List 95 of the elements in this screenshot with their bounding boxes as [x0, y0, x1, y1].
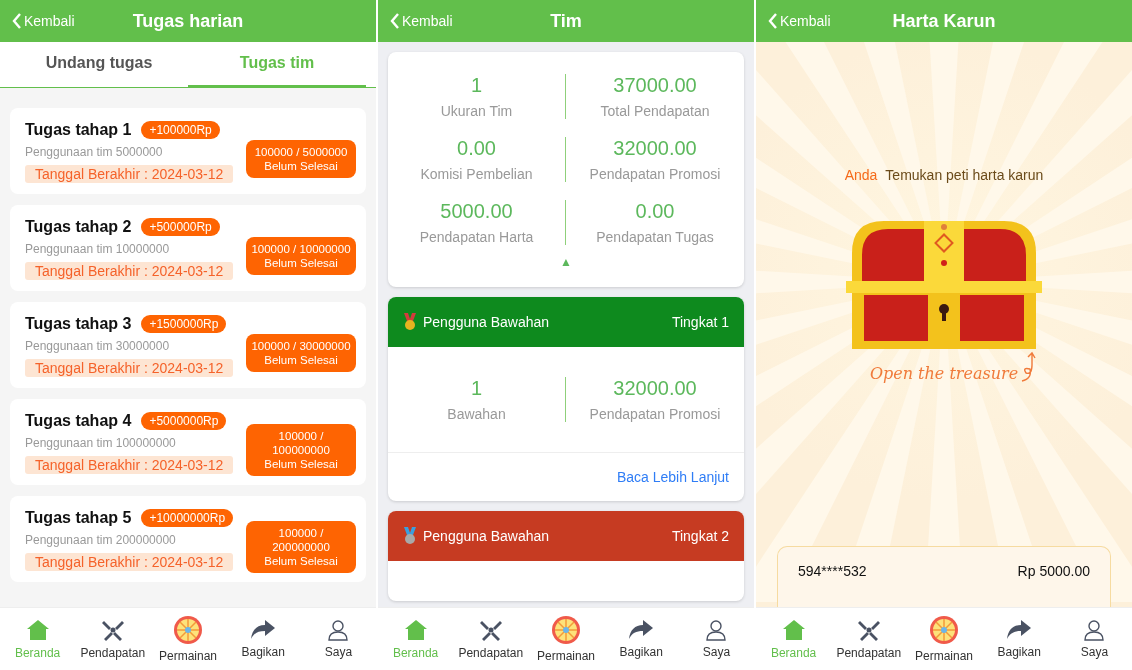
share-icon — [628, 619, 655, 641]
task-usage: Penggunaan tim 10000000 — [25, 242, 170, 256]
user-icon — [705, 619, 728, 641]
stat-label: Pendapatan Harta — [419, 229, 534, 245]
user-icon — [327, 619, 350, 641]
task-title: Tugas tahap 3 — [25, 315, 132, 333]
stat-value: 1 — [470, 377, 483, 400]
deadline-label: Tanggal Berakhir : 2024-03-12 — [25, 456, 234, 474]
task-title: Tugas tahap 5 — [25, 509, 132, 527]
task-usage: Penggunaan tim 30000000 — [25, 339, 170, 353]
medal-icon — [403, 313, 417, 331]
stat-label: Pendapatan Tugas — [596, 229, 714, 245]
level-number: Tingkat 2 — [671, 528, 729, 544]
nav-item[interactable]: Saya — [300, 608, 376, 670]
task-title: Tugas tahap 2 — [25, 218, 132, 236]
nav-item[interactable]: Saya — [1056, 608, 1132, 670]
nav-item[interactable]: Pendapatan — [75, 608, 151, 670]
back-button[interactable]: Kembali — [12, 13, 75, 29]
user-icon — [1083, 619, 1106, 641]
page-title: Tim — [550, 10, 582, 32]
nav-item[interactable]: Beranda — [0, 608, 76, 670]
windmill-icon — [100, 618, 125, 642]
reward-badge: +100000Rp — [141, 121, 220, 139]
task-title: Tugas tahap 4 — [25, 412, 132, 430]
back-button[interactable]: Kembali — [768, 13, 831, 29]
nav-item[interactable]: Saya — [678, 608, 754, 670]
nav-item[interactable]: Bagikan — [603, 608, 679, 670]
reward-badge: +1500000Rp — [141, 315, 227, 333]
stat-value: 0.00 — [457, 137, 496, 160]
task-usage: Penggunaan tim 200000000 — [25, 533, 176, 547]
stat-label: Komisi Pembelian — [420, 166, 533, 182]
tab[interactable]: Undang tugas — [10, 42, 188, 87]
treasure-prompt: Temukan peti harta karun — [885, 167, 1044, 183]
share-icon — [1006, 619, 1033, 641]
back-icon — [12, 13, 22, 29]
nav-item[interactable]: Pendapatan — [453, 608, 529, 670]
nav-item[interactable]: Beranda — [378, 608, 454, 670]
reward-badge: +500000Rp — [141, 218, 220, 236]
task-usage: Penggunaan tim 100000000 — [25, 436, 176, 450]
home-icon — [403, 618, 428, 642]
progress-button[interactable]: 100000 / 200000000 Belum Selesai — [246, 521, 356, 573]
page-title: Harta Karun — [892, 10, 996, 32]
wheel-icon — [929, 615, 959, 645]
share-icon — [250, 619, 277, 641]
deadline-label: Tanggal Berakhir : 2024-03-12 — [25, 359, 234, 377]
stat-label: Bawahan — [447, 406, 506, 422]
task-usage: Penggunaan tim 5000000 — [25, 145, 163, 159]
stat-label: Pendapatan Promosi — [589, 166, 721, 182]
nav-item[interactable]: Permainan — [150, 608, 226, 670]
deadline-label: Tanggal Berakhir : 2024-03-12 — [25, 553, 234, 571]
user-name-label: Anda — [844, 167, 878, 183]
open-treasure-label[interactable]: Open the treasure — [869, 364, 1019, 383]
nav-item[interactable]: Permainan — [528, 608, 604, 670]
stat-value: 5000.00 — [440, 200, 513, 223]
page-title: Tugas harian — [132, 10, 244, 32]
deadline-label: Tanggal Berakhir : 2024-03-12 — [25, 262, 234, 280]
account-number: 594****532 — [798, 563, 867, 579]
windmill-icon — [478, 618, 503, 642]
stat-value: 37000.00 — [613, 74, 697, 97]
stat-label: Total Pendapatan — [600, 103, 710, 119]
read-more-link[interactable]: Baca Lebih Lanjut — [616, 469, 729, 485]
stat-label: Ukuran Tim — [440, 103, 513, 119]
wheel-icon — [551, 615, 581, 645]
nav-item[interactable]: Pendapatan — [831, 608, 907, 670]
nav-item[interactable]: Beranda — [756, 608, 832, 670]
nav-item[interactable]: Bagikan — [225, 608, 301, 670]
progress-button[interactable]: 100000 / 100000000 Belum Selesai — [246, 424, 356, 476]
stat-value: 32000.00 — [613, 137, 697, 160]
collapse-toggle[interactable]: ▲ — [560, 255, 572, 269]
curly-arrow-icon — [1020, 351, 1039, 383]
stat-label: Pendapatan Promosi — [589, 406, 721, 422]
reward-badge: +10000000Rp — [141, 509, 234, 527]
progress-button[interactable]: 100000 / 5000000 Belum Selesai — [246, 140, 356, 178]
back-button[interactable]: Kembali — [390, 13, 453, 29]
windmill-icon — [856, 618, 881, 642]
progress-button[interactable]: 100000 / 30000000 Belum Selesai — [246, 334, 356, 372]
level-title: Pengguna Bawahan — [423, 528, 550, 544]
deadline-label: Tanggal Berakhir : 2024-03-12 — [25, 165, 234, 183]
home-icon — [25, 618, 50, 642]
prize-amount: Rp 5000.00 — [1017, 563, 1090, 579]
stat-value: 0.00 — [635, 200, 675, 223]
nav-item[interactable]: Permainan — [906, 608, 982, 670]
back-icon — [768, 13, 778, 29]
level-title: Pengguna Bawahan — [423, 314, 550, 330]
task-title: Tugas tahap 1 — [25, 121, 132, 139]
level-number: Tingkat 1 — [671, 314, 729, 330]
medal-icon — [403, 527, 417, 545]
progress-button[interactable]: 100000 / 10000000 Belum Selesai — [246, 237, 356, 275]
back-icon — [390, 13, 400, 29]
stat-value: 1 — [470, 74, 483, 97]
reward-badge: +5000000Rp — [141, 412, 227, 430]
wheel-icon — [173, 615, 203, 645]
home-icon — [781, 618, 806, 642]
stat-value: 32000.00 — [613, 377, 697, 400]
nav-item[interactable]: Bagikan — [981, 608, 1057, 670]
